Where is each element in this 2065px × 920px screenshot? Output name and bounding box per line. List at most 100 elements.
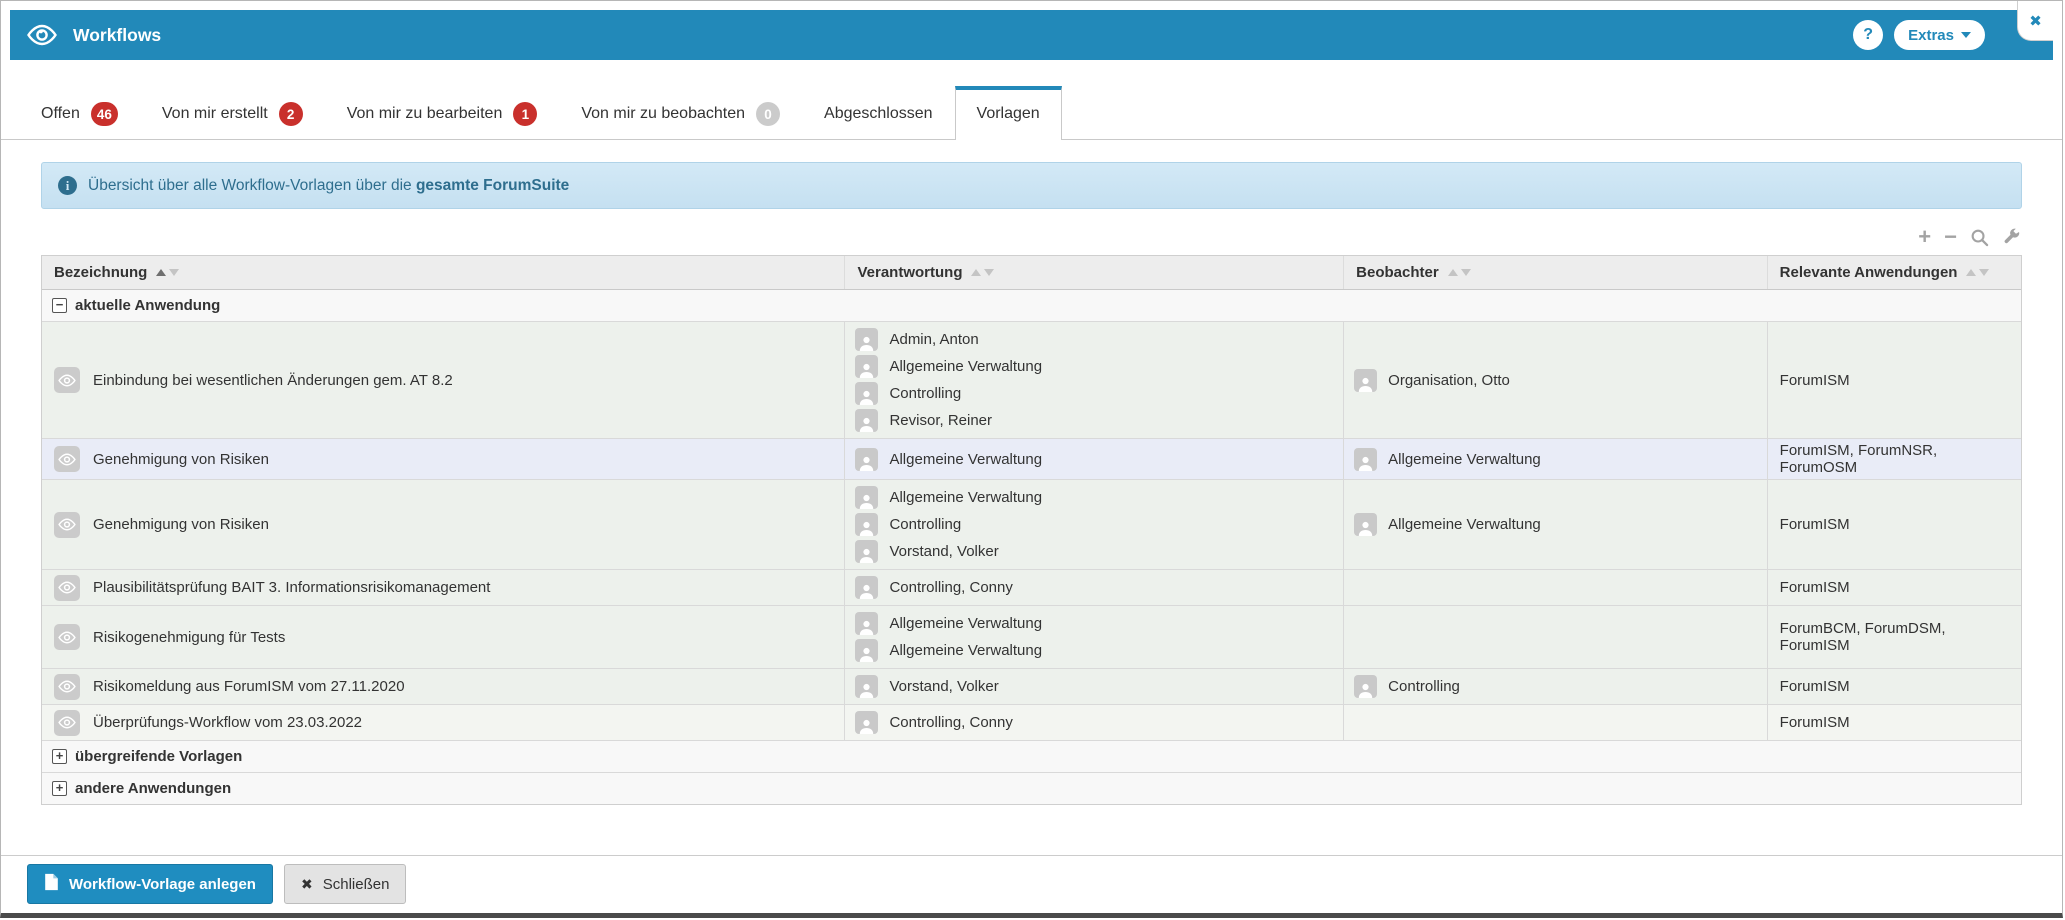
person-name: Vorstand, Volker: [889, 543, 999, 560]
person-entry: Controlling: [855, 511, 1333, 538]
sort-desc-icon: [1460, 269, 1471, 276]
workflow-title: Genehmigung von Risiken: [93, 516, 269, 533]
title-bar: Workflows ? Extras: [10, 10, 2053, 60]
column-header-label: Verantwortung: [857, 264, 963, 281]
anwendungen-value: ForumISM: [1779, 714, 1850, 731]
anwendungen-value: ForumISM: [1779, 678, 1850, 695]
person-name: Admin, Anton: [889, 331, 979, 348]
column-header-verantwortung[interactable]: Verantwortung: [845, 256, 1345, 289]
table-row[interactable]: Risikomeldung aus ForumISM vom 27.11.202…: [42, 669, 2021, 705]
extras-button[interactable]: Extras: [1894, 20, 1985, 50]
settings-icon[interactable]: [2002, 228, 2020, 246]
column-header-label: Beobachter: [1356, 264, 1439, 281]
sort-asc-icon: [1447, 269, 1458, 276]
table-row[interactable]: Plausibilitätsprüfung BAIT 3. Informatio…: [42, 570, 2021, 606]
collapse-all-icon[interactable]: −: [1944, 226, 1957, 248]
verantwortung-cell: Allgemeine Verwaltung: [845, 439, 1345, 479]
bezeichnung-cell: Risikogenehmigung für Tests: [42, 606, 846, 668]
person-icon: [855, 675, 879, 698]
workflow-eye-icon: [54, 446, 80, 472]
person-entry: Admin, Anton: [855, 326, 1333, 353]
verantwortung-cell: Admin, Anton Allgemeine Verwaltung Control…: [845, 322, 1345, 438]
table-row[interactable]: Einbindung bei wesentlichen Änderungen g…: [42, 322, 2021, 439]
expand-group-icon[interactable]: +: [52, 781, 67, 796]
column-header-label: Relevante Anwendungen: [1779, 264, 1958, 281]
bezeichnung-cell: Genehmigung von Risiken: [42, 480, 846, 569]
workflow-title: Risikogenehmigung für Tests: [93, 628, 286, 646]
tab-vorlagen[interactable]: Vorlagen: [954, 86, 1062, 141]
bezeichnung-cell: Plausibilitätsprüfung BAIT 3. Informatio…: [42, 570, 846, 605]
table-toolbar: + −: [41, 225, 2020, 249]
tab-von-mir-zu-beobachten[interactable]: Von mir zu beobachten 0: [559, 86, 802, 140]
tab-abgeschlossen[interactable]: Abgeschlossen: [802, 86, 955, 140]
workflow-eye-icon: [54, 367, 80, 393]
search-icon[interactable]: [1970, 228, 1989, 247]
tab-bar: Offen 46 Von mir erstellt 2 Von mir zu bearb…: [1, 86, 2062, 141]
tab-count-badge: 46: [90, 102, 118, 126]
person-icon: [1354, 447, 1378, 471]
beobachter-cell: Allgemeine Verwaltung: [1344, 480, 1768, 569]
sort-icon: [1447, 269, 1471, 276]
person-name: Controlling, Conny: [889, 714, 1013, 731]
expand-group-icon[interactable]: +: [52, 749, 67, 764]
beobachter-cell: Allgemeine Verwaltung: [1344, 439, 1768, 479]
tab-count-badge: 2: [278, 102, 303, 126]
bezeichnung-cell: Einbindung bei wesentlichen Änderungen g…: [42, 322, 846, 438]
person-entry: Allgemeine Verwaltung: [855, 446, 1333, 473]
person-icon: [855, 639, 879, 662]
group-row-aktuelle-anwendung[interactable]: − aktuelle Anwendung: [42, 290, 2021, 322]
table-row[interactable]: Überprüfungs-Workflow vom 23.03.2022 Cont…: [42, 705, 2021, 741]
anwendungen-value: ForumISM, ForumNSR, ForumOSM: [1779, 442, 1938, 476]
close-icon[interactable]: ✖: [2017, 1, 2053, 41]
person-entry: Allgemeine Verwaltung: [855, 353, 1333, 380]
close-x-icon: ✖: [300, 875, 313, 892]
bezeichnung-cell: Überprüfungs-Workflow vom 23.03.2022: [42, 705, 846, 740]
anwendungen-cell: ForumBCM, ForumDSM, ForumISM: [1768, 606, 2021, 668]
tab-offen[interactable]: Offen 46: [19, 86, 140, 140]
column-header-relevante-anwendungen[interactable]: Relevante Anwendungen: [1768, 256, 2021, 289]
tab-von-mir-erstellt[interactable]: Von mir erstellt 2: [140, 86, 325, 140]
person-name: Allgemeine Verwaltung: [889, 450, 1043, 468]
person-entry: Organisation, Otto: [1354, 367, 1757, 394]
group-row-andere-anwendungen[interactable]: + andere Anwendungen: [42, 773, 2021, 804]
person-icon: [855, 328, 879, 351]
verantwortung-cell: Allgemeine Verwaltung Controlling Vorstand…: [845, 480, 1345, 569]
anwendungen-cell: ForumISM: [1768, 705, 2021, 740]
person-entry: Allgemeine Verwaltung: [1354, 511, 1757, 538]
column-header-beobachter[interactable]: Beobachter: [1344, 256, 1768, 289]
person-icon: [855, 409, 879, 432]
verantwortung-cell: Vorstand, Volker: [845, 669, 1345, 704]
bezeichnung-cell: Genehmigung von Risiken: [42, 439, 846, 479]
collapse-group-icon[interactable]: −: [52, 298, 67, 313]
beobachter-cell: [1344, 570, 1768, 605]
expand-all-icon[interactable]: +: [1918, 226, 1931, 248]
workflow-eye-icon: [54, 624, 80, 650]
person-name: Controlling: [889, 385, 962, 402]
person-icon: [855, 711, 879, 734]
person-entry: Controlling, Conny: [855, 709, 1333, 736]
group-label: andere Anwendungen: [75, 780, 232, 797]
info-icon: i: [58, 176, 77, 195]
sort-icon: [1966, 269, 1990, 276]
tab-von-mir-zu-bearbeiten[interactable]: Von mir zu bearbeiten 1: [325, 86, 560, 140]
table-row[interactable]: Genehmigung von Risiken Allgemeine Verwal…: [42, 439, 2021, 480]
sort-icon: [971, 269, 995, 276]
anwendungen-cell: ForumISM: [1768, 669, 2021, 704]
sort-asc-icon: [1966, 269, 1977, 276]
person-entry: Controlling: [855, 380, 1333, 407]
tab-label: Von mir zu bearbeiten: [346, 105, 503, 122]
create-workflow-template-button[interactable]: Workflow-Vorlage anlegen: [27, 864, 273, 904]
group-row-übergreifende-vorlagen[interactable]: + übergreifende Vorlagen: [42, 741, 2021, 773]
table-row[interactable]: Risikogenehmigung für Tests Allgemeine Ve…: [42, 606, 2021, 669]
anwendungen-value: ForumBCM, ForumDSM, ForumISM: [1779, 620, 1946, 654]
column-header-bezeichnung[interactable]: Bezeichnung: [42, 256, 846, 289]
verantwortung-cell: Controlling, Conny: [845, 705, 1345, 740]
person-name: Allgemeine Verwaltung: [889, 489, 1043, 506]
close-button[interactable]: ✖ Schließen: [283, 864, 407, 904]
person-name: Allgemeine Verwaltung: [1388, 450, 1541, 468]
person-entry: Allgemeine Verwaltung: [1354, 446, 1757, 473]
help-button[interactable]: ?: [1853, 20, 1884, 50]
anwendungen-cell: ForumISM: [1768, 480, 2021, 569]
person-name: Controlling, Conny: [889, 579, 1013, 596]
table-row[interactable]: Genehmigung von Risiken Allgemeine Verwal…: [42, 480, 2021, 570]
